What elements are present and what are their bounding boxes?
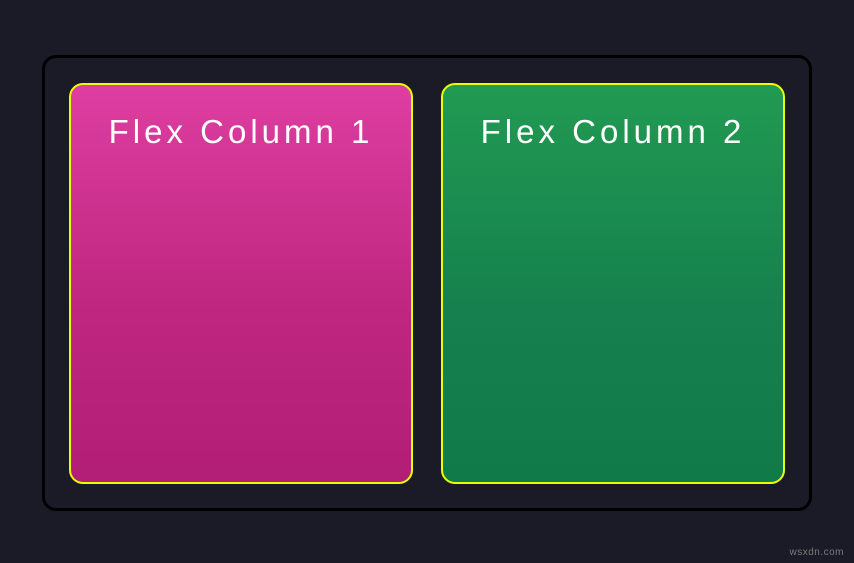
column-1-label: Flex Column 1 xyxy=(71,113,411,151)
flex-container: Flex Column 1 Flex Column 2 xyxy=(42,55,812,511)
flex-column-2: Flex Column 2 xyxy=(441,83,785,484)
column-2-label: Flex Column 2 xyxy=(443,113,783,151)
flex-column-1: Flex Column 1 xyxy=(69,83,413,484)
watermark-text: wsxdn.com xyxy=(789,547,844,558)
